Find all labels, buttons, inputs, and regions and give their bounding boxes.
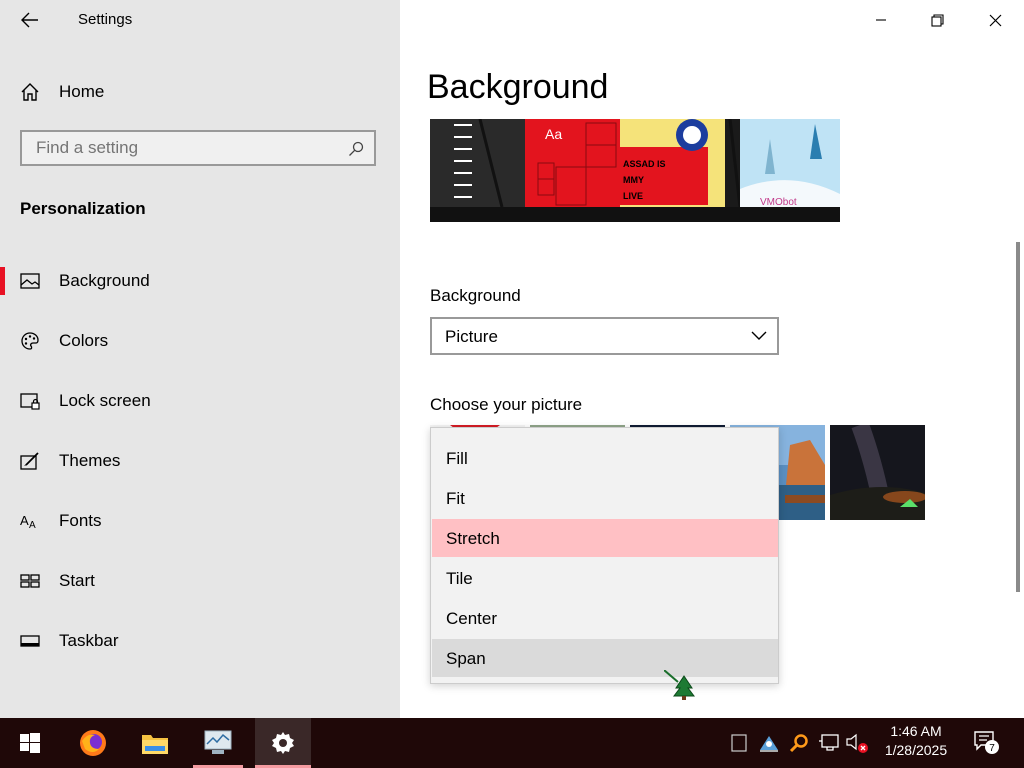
chevron-down-icon xyxy=(751,331,767,340)
minimize-button[interactable] xyxy=(858,0,904,40)
background-type-label: Background xyxy=(430,286,521,305)
taskbar-clock[interactable]: 1:46 AM 1/28/2025 xyxy=(880,722,952,760)
sidebar-item-label: Fonts xyxy=(59,511,102,530)
svg-text:A: A xyxy=(20,513,29,528)
svg-text:A: A xyxy=(29,520,36,531)
svg-text:ASSAD IS: ASSAD IS xyxy=(623,159,666,169)
taskbar: 1:46 AM 1/28/2025 7 xyxy=(0,718,1024,768)
svg-text:LIVE: LIVE xyxy=(623,191,643,201)
tray-network-app[interactable] xyxy=(757,731,781,755)
network-tool-icon xyxy=(760,736,778,752)
resource-monitor-icon xyxy=(204,730,232,754)
sticky-note-icon xyxy=(731,734,747,752)
fit-option-label: Fit xyxy=(446,489,465,508)
preview-sample-text: Aa xyxy=(545,126,562,142)
start-button[interactable] xyxy=(5,718,55,768)
restore-icon xyxy=(930,13,944,27)
fit-option-label: Tile xyxy=(446,569,473,588)
desktop-preview: Aa ASSAD IS MMY LIVE VMObot xyxy=(430,119,840,222)
sidebar-item-colors[interactable]: Colors xyxy=(0,319,400,363)
thumbnail-image xyxy=(830,425,925,520)
picture-icon xyxy=(20,273,40,289)
picture-thumbnail[interactable] xyxy=(830,425,925,520)
sidebar-item-label: Themes xyxy=(59,451,121,470)
sidebar-item-background[interactable]: Background xyxy=(0,259,400,303)
mouse-cursor-icon xyxy=(664,670,695,700)
page-title: Background xyxy=(427,68,609,106)
firefox-icon xyxy=(80,730,106,756)
background-type-select[interactable]: Picture xyxy=(430,317,779,355)
windows-start-icon xyxy=(20,733,40,753)
fit-option-label: Stretch xyxy=(446,529,500,548)
sidebar-item-label: Background xyxy=(59,271,150,290)
fit-option-span[interactable]: Span xyxy=(432,639,778,677)
settings-gear-icon xyxy=(272,732,294,754)
fonts-icon: AA xyxy=(20,513,36,531)
home-nav-item[interactable]: Home xyxy=(0,72,400,112)
fit-option-fill[interactable]: Fill xyxy=(432,439,778,477)
sidebar-item-label: Taskbar xyxy=(59,631,119,650)
taskbar-resource-monitor[interactable] xyxy=(193,718,243,768)
home-label: Home xyxy=(59,82,105,101)
fit-option-label: Center xyxy=(446,609,498,628)
file-explorer-icon xyxy=(142,735,168,754)
home-icon xyxy=(21,83,39,101)
start-grid-icon xyxy=(20,574,40,588)
tray-search-app[interactable] xyxy=(787,731,811,755)
sidebar-item-fonts[interactable]: AA Fonts xyxy=(0,499,400,543)
sidebar-item-start[interactable]: Start xyxy=(0,559,400,603)
sidebar-item-taskbar[interactable]: Taskbar xyxy=(0,619,400,663)
sidebar-item-label: Lock screen xyxy=(59,391,151,410)
tray-volume[interactable] xyxy=(845,731,869,755)
fit-option-tile[interactable]: Tile xyxy=(432,559,778,597)
clock-date: 1/28/2025 xyxy=(884,742,948,758)
section-heading: Personalization xyxy=(20,199,146,218)
svg-text:VMObot: VMObot xyxy=(760,197,797,208)
fit-option-fit[interactable]: Fit xyxy=(432,479,778,517)
taskbar-icon xyxy=(20,635,40,647)
settings-window: Settings Home Personalization Background… xyxy=(0,0,1024,718)
fit-option-label: Span xyxy=(446,649,486,668)
sidebar-item-label: Colors xyxy=(59,331,109,350)
app-title: Settings xyxy=(78,11,133,28)
notification-count: 7 xyxy=(989,743,995,754)
notification-icon: 7 xyxy=(974,731,999,754)
restore-button[interactable] xyxy=(914,0,960,40)
search-input[interactable] xyxy=(36,138,336,158)
clock-time: 1:46 AM xyxy=(890,723,942,739)
close-icon xyxy=(989,14,1001,26)
sidebar-item-themes[interactable]: Themes xyxy=(0,439,400,483)
fit-option-center[interactable]: Center xyxy=(432,599,778,637)
taskbar-settings[interactable] xyxy=(255,718,311,768)
tray-notes[interactable] xyxy=(727,731,751,755)
themes-icon xyxy=(20,452,39,470)
preview-image: Aa ASSAD IS MMY LIVE VMObot xyxy=(430,119,840,222)
minimize-icon xyxy=(876,19,886,21)
back-button[interactable] xyxy=(14,6,46,34)
svg-text:MMY: MMY xyxy=(623,175,644,185)
magnifier-icon xyxy=(789,734,808,753)
fit-dropdown-list: Fill Fit Stretch Tile Center Span xyxy=(430,427,779,684)
palette-icon xyxy=(21,332,39,350)
network-monitor-icon xyxy=(819,734,839,751)
taskbar-file-explorer[interactable] xyxy=(130,718,180,768)
sidebar-item-lock-screen[interactable]: Lock screen xyxy=(0,379,400,423)
search-box[interactable] xyxy=(20,130,376,166)
background-type-value: Picture xyxy=(445,327,498,346)
search-icon[interactable] xyxy=(348,141,364,157)
back-arrow-icon xyxy=(21,12,38,28)
lock-screen-icon xyxy=(20,393,40,410)
action-center-button[interactable]: 7 xyxy=(972,731,1002,755)
close-button[interactable] xyxy=(972,0,1018,40)
tray-network[interactable] xyxy=(817,731,841,755)
fit-option-stretch[interactable]: Stretch xyxy=(432,519,778,557)
taskbar-firefox[interactable] xyxy=(68,718,118,768)
vertical-scrollbar[interactable] xyxy=(1016,242,1020,592)
sidebar-item-label: Start xyxy=(59,571,95,590)
sidebar: Settings Home Personalization Background… xyxy=(0,0,400,718)
fit-option-label: Fill xyxy=(446,449,468,468)
speaker-muted-icon xyxy=(846,733,868,753)
choose-picture-label: Choose your picture xyxy=(430,395,583,414)
